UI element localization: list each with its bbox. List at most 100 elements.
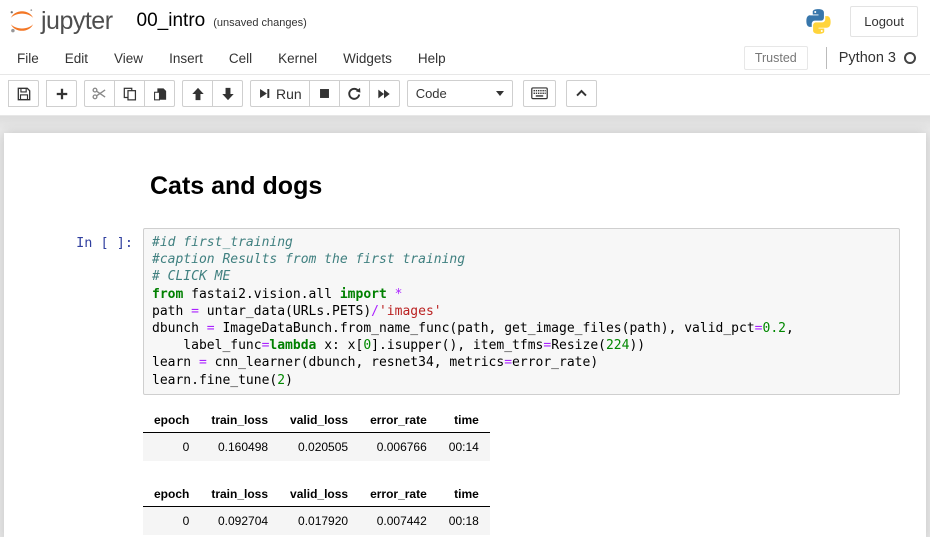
logout-button[interactable]: Logout — [850, 6, 918, 37]
code-editor[interactable]: #id first_training#caption Results from … — [143, 228, 900, 395]
table-cell: 00:14 — [438, 432, 490, 461]
move-cell-up-button[interactable] — [182, 80, 213, 107]
copy-cell-button[interactable] — [114, 80, 145, 107]
column-header: time — [438, 408, 490, 433]
markdown-cell[interactable]: Cats and dogs — [4, 162, 926, 228]
caret-down-icon — [496, 91, 504, 96]
code-line: path = untar_data(URLs.PETS)/'images' — [152, 303, 891, 320]
restart-icon — [347, 87, 361, 101]
jupyter-logo-icon — [8, 7, 36, 35]
checkpoint-status: (unsaved changes) — [213, 17, 307, 29]
keyboard-icon — [531, 87, 548, 100]
step-forward-icon — [258, 87, 271, 100]
column-header: valid_loss — [279, 482, 359, 507]
markdown-prompt — [9, 162, 143, 228]
code-line: # CLICK ME — [152, 268, 891, 285]
kernel-idle-icon — [904, 52, 916, 64]
toolbar-groups: Run — [8, 80, 400, 107]
restart-kernel-button[interactable] — [339, 80, 370, 107]
notebook-title[interactable]: 00_intro — [137, 10, 206, 32]
code-line: from fastai2.vision.all import * — [152, 286, 891, 303]
column-header: error_rate — [359, 482, 438, 507]
code-line: dbunch = ImageDataBunch.from_name_func(p… — [152, 320, 891, 337]
stop-icon — [318, 87, 331, 100]
jupyter-logo-link[interactable]: jupyter — [8, 7, 113, 36]
table-cell: 0 — [143, 432, 200, 461]
arrow-down-icon — [221, 87, 235, 101]
code-line: learn.fine_tune(2) — [152, 372, 891, 389]
table-cell: 0.020505 — [279, 432, 359, 461]
table-cell: 00:18 — [438, 506, 490, 535]
column-header: epoch — [143, 408, 200, 433]
table-cell: 0.006766 — [359, 432, 438, 461]
column-header: error_rate — [359, 408, 438, 433]
menu-kernel[interactable]: Kernel — [265, 43, 330, 74]
run-button-label: Run — [276, 86, 302, 102]
toolbar-button-group: Run — [250, 80, 400, 107]
table-row: 00.1604980.0205050.00676600:14 — [143, 432, 490, 461]
command-palette-button[interactable] — [523, 80, 556, 107]
page-title: Cats and dogs — [150, 172, 900, 201]
training-progress-table: epochtrain_lossvalid_losserror_ratetime0… — [143, 408, 490, 461]
top-bar: jupyter 00_intro (unsaved changes) Logou… — [0, 0, 930, 42]
menu-file[interactable]: File — [4, 43, 52, 74]
output-area: epochtrain_lossvalid_losserror_ratetime0… — [143, 408, 900, 537]
save-button[interactable] — [8, 80, 39, 107]
paste-icon — [153, 87, 167, 101]
save-icon — [17, 87, 31, 101]
notebook-container: Cats and dogs In [ ]: #id first_training… — [4, 133, 926, 537]
toolbar-button-group — [84, 80, 175, 107]
trusted-badge[interactable]: Trusted — [744, 46, 808, 70]
menu-view[interactable]: View — [101, 43, 156, 74]
python-icon — [805, 8, 832, 35]
table-cell: 0.160498 — [200, 432, 279, 461]
column-header: epoch — [143, 482, 200, 507]
move-cell-down-button[interactable] — [212, 80, 243, 107]
scissors-icon — [92, 86, 107, 101]
table-cell: 0.007442 — [359, 506, 438, 535]
site-background: Cats and dogs In [ ]: #id first_training… — [0, 116, 930, 537]
fast-forward-icon — [377, 87, 391, 101]
column-header: train_loss — [200, 482, 279, 507]
input-prompt: In [ ]: — [9, 228, 143, 537]
code-line: #caption Results from the first training — [152, 251, 891, 268]
column-header: train_loss — [200, 408, 279, 433]
toolbar-button-group — [8, 80, 39, 107]
kernel-name: Python 3 — [839, 50, 896, 66]
insert-cell-below-button[interactable] — [46, 80, 77, 107]
menu-insert[interactable]: Insert — [156, 43, 216, 74]
run-button[interactable]: Run — [250, 80, 310, 107]
cut-cell-button[interactable] — [84, 80, 115, 107]
menu-widgets[interactable]: Widgets — [330, 43, 405, 74]
column-header: time — [438, 482, 490, 507]
paste-cell-button[interactable] — [144, 80, 175, 107]
table-cell: 0.017920 — [279, 506, 359, 535]
menubar-divider — [826, 47, 827, 69]
plus-icon — [55, 87, 69, 101]
code-cell-content: #id first_training#caption Results from … — [143, 228, 900, 537]
table-row: 00.0927040.0179200.00744200:18 — [143, 506, 490, 535]
menu-cell[interactable]: Cell — [216, 43, 265, 74]
table-cell: 0 — [143, 506, 200, 535]
code-line: label_func=lambda x: x[0].isupper(), ite… — [152, 337, 891, 354]
cell-type-select[interactable]: Code — [407, 80, 513, 107]
code-line: learn = cnn_learner(dbunch, resnet34, me… — [152, 354, 891, 371]
notebook-header: jupyter 00_intro (unsaved changes) Logou… — [0, 0, 930, 116]
menu-edit[interactable]: Edit — [52, 43, 101, 74]
collapse-header-button[interactable] — [566, 80, 597, 107]
menu-help[interactable]: Help — [405, 43, 459, 74]
toolbar-button-group — [46, 80, 77, 107]
chevron-up-icon — [575, 87, 588, 100]
code-cell[interactable]: In [ ]: #id first_training#caption Resul… — [4, 228, 926, 537]
table-header-row: epochtrain_lossvalid_losserror_ratetime — [143, 408, 490, 433]
training-progress-table: epochtrain_lossvalid_losserror_ratetime0… — [143, 482, 490, 537]
code-line: #id first_training — [152, 234, 891, 251]
restart-run-all-button[interactable] — [369, 80, 400, 107]
menubar-items: FileEditViewInsertCellKernelWidgetsHelp — [4, 43, 459, 74]
toolbar-button-group — [182, 80, 243, 107]
interrupt-kernel-button[interactable] — [309, 80, 340, 107]
arrow-up-icon — [191, 87, 205, 101]
copy-icon — [123, 87, 137, 101]
toolbar: Run Code — [0, 75, 930, 115]
table-cell: 0.092704 — [200, 506, 279, 535]
